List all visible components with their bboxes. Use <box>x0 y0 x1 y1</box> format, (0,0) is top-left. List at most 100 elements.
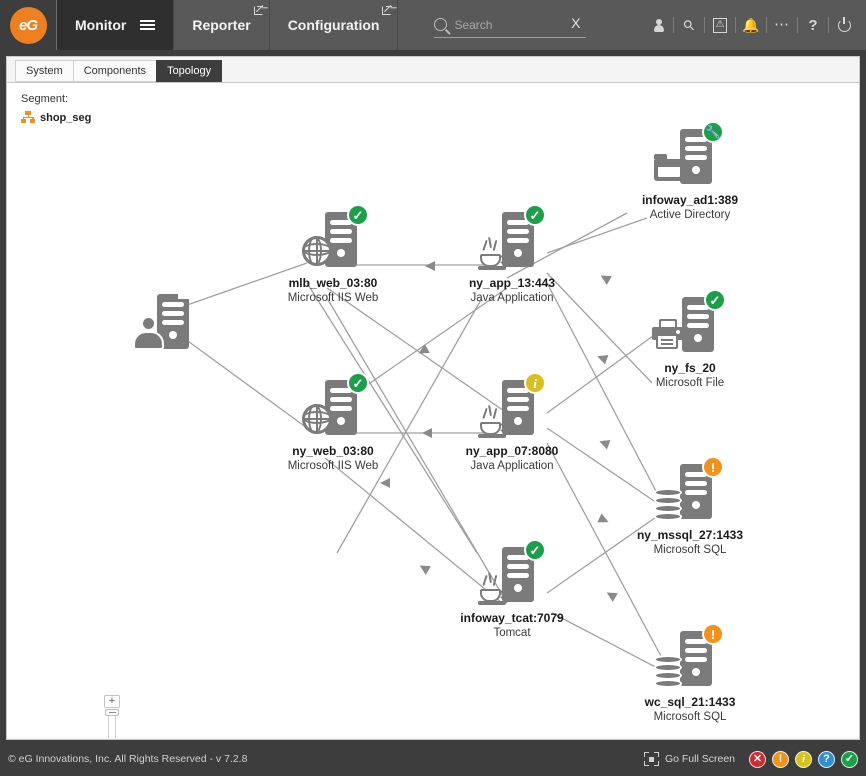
tab-components[interactable]: Components <box>72 60 158 82</box>
search-icon <box>434 18 448 31</box>
tab-topology[interactable]: Topology <box>156 60 223 82</box>
node-name: ny_fs_20 <box>664 361 716 375</box>
node-name: infoway_ad1:389 <box>641 193 739 207</box>
tab-bar: System Components Topology <box>7 57 859 83</box>
node-label: infoway_ad1:389 Active Directory <box>642 193 738 221</box>
node-label: wc_sql_21:1433 Microsoft SQL <box>645 695 736 723</box>
help-icon[interactable]: ? <box>801 12 825 38</box>
node-type: Microsoft IIS Web <box>287 460 379 472</box>
power-icon[interactable] <box>832 12 856 38</box>
node-type: Microsoft IIS Web <box>287 292 379 304</box>
bell-icon[interactable]: 🔔 <box>739 12 763 38</box>
user-icon[interactable] <box>646 12 670 38</box>
node-label: infoway_tcat:7079 Tomcat <box>460 611 563 639</box>
alert-box-icon[interactable]: ⚠ <box>708 12 732 38</box>
node-label: ny_fs_20 Microsoft File <box>656 361 724 389</box>
status-badge-major[interactable]: ! <box>772 750 789 768</box>
java-icon <box>478 236 512 270</box>
user-icon <box>133 316 164 350</box>
fullscreen-icon[interactable] <box>643 752 659 766</box>
fullscreen-label[interactable]: Go Full Screen <box>665 753 735 765</box>
node-type: Tomcat <box>493 627 531 639</box>
top-navigation-bar: eG Monitor Reporter Configuration X <box>0 0 866 50</box>
nav-label-reporter: Reporter <box>192 17 251 33</box>
topology-node-mlb-web-03[interactable]: ✓ mlb_web_03:80 Microsoft IIS Web <box>288 204 378 304</box>
node-name: ny_app_07:8080 <box>465 444 559 458</box>
java-icon <box>478 571 512 605</box>
more-icon[interactable]: ⋯ <box>770 12 794 38</box>
status-badge-maintenance: 🔧 <box>702 121 724 143</box>
nav-item-reporter[interactable]: Reporter <box>174 0 270 50</box>
status-badge-normal[interactable]: ✓ <box>841 750 858 768</box>
toolbar-icons: ⚲ ⚠ 🔔 ⋯ ? <box>594 0 866 50</box>
key-icon[interactable]: ⚲ <box>677 12 701 38</box>
hamburger-icon[interactable] <box>140 20 156 30</box>
globe-icon <box>302 236 332 266</box>
zoom-control[interactable]: + − <box>104 695 120 738</box>
content-panel: System Components Topology Segment: shop… <box>6 56 860 740</box>
topology-node-ny-web-03[interactable]: ✓ ny_web_03:80 Microsoft IIS Web <box>288 372 378 472</box>
topology-canvas[interactable]: Segment: shop_seg ✓ mlb_web_03:80 Micros… <box>7 83 859 738</box>
zoom-thumb[interactable] <box>105 709 119 716</box>
status-badge-ok: ✓ <box>704 289 726 311</box>
nav-item-monitor[interactable]: Monitor <box>56 0 175 50</box>
topology-node-ny-app-07[interactable]: i ny_app_07:8080 Java Application <box>466 372 558 472</box>
status-badge-minor[interactable]: i <box>795 750 812 768</box>
node-name: wc_sql_21:1433 <box>644 695 736 709</box>
node-label: ny_app_13:443 Java Application <box>469 276 555 304</box>
node-type: Java Application <box>470 460 554 472</box>
status-badge-warning: ! <box>702 623 724 645</box>
status-badge-unknown[interactable]: ? <box>818 750 835 768</box>
divider <box>797 17 798 33</box>
node-label: ny_web_03:80 Microsoft IIS Web <box>288 444 379 472</box>
nav-spacer <box>398 0 435 50</box>
topology-node-wc-sql-21[interactable]: ! wc_sql_21:1433 Microsoft SQL <box>645 623 735 723</box>
tab-system[interactable]: System <box>15 60 74 82</box>
topology-node-ny-mssql-27[interactable]: ! ny_mssql_27:1433 Microsoft SQL <box>637 456 743 556</box>
search-container: X <box>434 0 595 50</box>
status-badge-ok: ✓ <box>347 204 369 226</box>
node-type: Microsoft SQL <box>653 544 727 556</box>
popout-icon-configuration[interactable] <box>382 5 392 15</box>
status-badge-ok: ✓ <box>524 204 546 226</box>
node-label: ny_mssql_27:1433 Microsoft SQL <box>637 528 743 556</box>
search-box[interactable]: X <box>434 12 587 38</box>
status-badge-ok: ✓ <box>347 372 369 394</box>
clear-search-button[interactable]: X <box>571 15 580 31</box>
java-icon <box>478 404 512 438</box>
globe-icon <box>302 404 332 434</box>
status-badge-warning: ! <box>702 456 724 478</box>
node-type: Microsoft SQL <box>653 711 727 723</box>
node-type: Active Directory <box>649 209 731 221</box>
logo-container: eG <box>0 0 56 50</box>
topology-node-infoway-ad1[interactable]: 🔧 infoway_ad1:389 Active Directory <box>642 121 738 221</box>
footer-bar: © eG Innovations, Inc. All Rights Reserv… <box>0 742 866 776</box>
status-badge-ok: ✓ <box>524 539 546 561</box>
footer-right-group: Go Full Screen ✕ ! i ? ✓ <box>643 750 858 768</box>
status-badge-info: i <box>524 372 546 394</box>
divider <box>673 17 674 33</box>
eg-logo: eG <box>9 6 47 44</box>
topology-node-client[interactable] <box>129 288 205 358</box>
application-window: eG Monitor Reporter Configuration X <box>0 0 866 776</box>
copyright-text: © eG Innovations, Inc. All Rights Reserv… <box>8 753 248 765</box>
topology-edges <box>169 212 668 674</box>
topology-node-ny-app-13[interactable]: ✓ ny_app_13:443 Java Application <box>469 204 555 304</box>
file-server-icon <box>652 319 686 349</box>
node-name: ny_mssql_27:1433 <box>636 528 744 542</box>
nav-item-configuration[interactable]: Configuration <box>269 0 399 50</box>
nav-label-monitor: Monitor <box>75 17 127 33</box>
zoom-in-button[interactable]: + <box>104 695 120 708</box>
node-name: ny_app_13:443 <box>468 276 556 290</box>
node-name: infoway_tcat:7079 <box>460 611 564 625</box>
topology-node-infoway-tcat[interactable]: ✓ infoway_tcat:7079 Tomcat <box>460 539 564 639</box>
divider <box>828 17 829 33</box>
folder-icon <box>654 154 684 181</box>
status-badge-critical[interactable]: ✕ <box>749 750 766 768</box>
main-nav: Monitor Reporter Configuration <box>56 0 399 50</box>
divider <box>704 17 705 33</box>
popout-icon-reporter[interactable] <box>253 5 263 15</box>
topology-node-ny-fs-20[interactable]: ✓ ny_fs_20 Microsoft File <box>652 289 728 389</box>
database-icon <box>654 655 682 688</box>
search-input[interactable] <box>454 17 541 32</box>
